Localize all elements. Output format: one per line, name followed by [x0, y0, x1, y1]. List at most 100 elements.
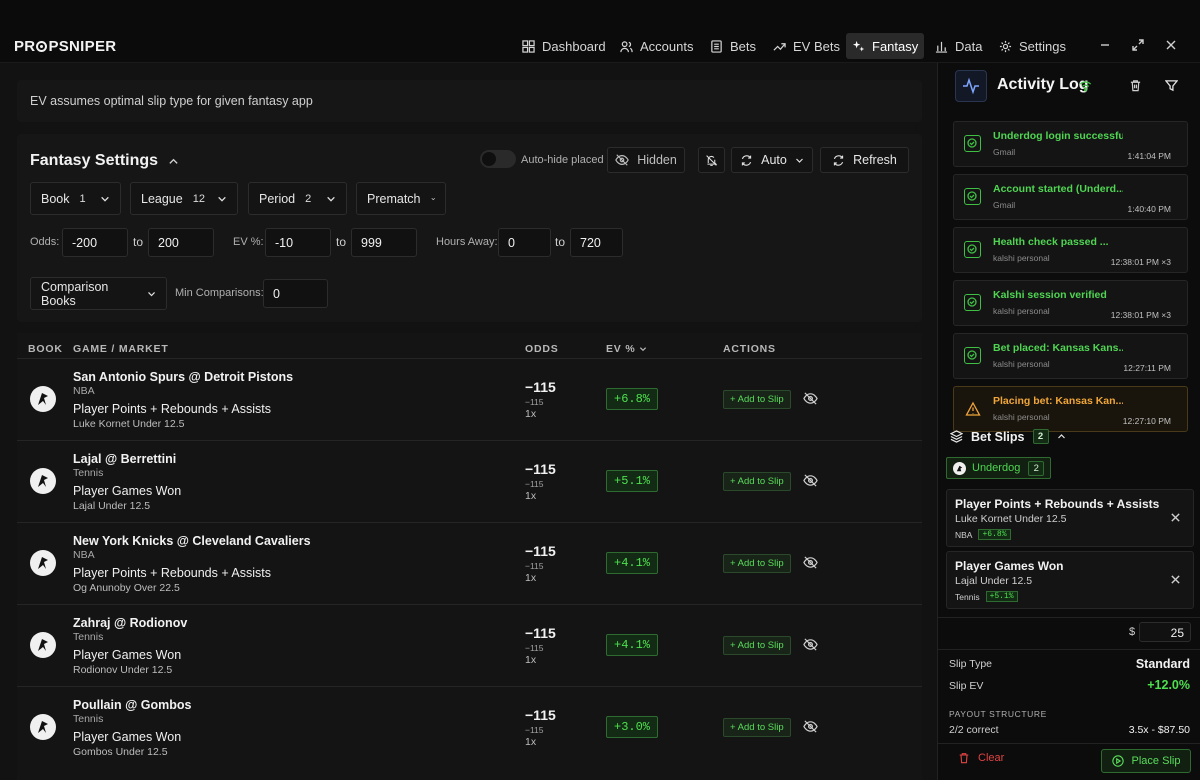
eye-off-icon[interactable]	[803, 637, 818, 652]
check-icon	[964, 135, 981, 152]
chevron-down-icon	[795, 158, 803, 163]
auto-refresh-dropdown[interactable]: Auto	[731, 147, 813, 173]
table-row: Zahraj @ Rodionov Tennis Player Games Won R…	[17, 604, 922, 686]
odds-min-input[interactable]: -200	[62, 228, 128, 257]
ev-badge: +4.1%	[606, 552, 659, 574]
hours-max-input[interactable]: 720	[570, 228, 623, 257]
add-to-slip-button[interactable]: + Add to Slip	[723, 390, 791, 409]
target-icon	[36, 41, 48, 52]
underdog-logo-icon	[30, 468, 56, 494]
underdog-tab-label: Underdog	[972, 462, 1021, 474]
auto-hide-toggle[interactable]	[480, 150, 516, 168]
game-title: Zahraj @ Rodionov	[73, 616, 188, 630]
remove-icon[interactable]	[1170, 512, 1181, 523]
clear-button[interactable]: Clear	[958, 752, 1004, 764]
refresh-label: Refresh	[853, 153, 897, 167]
eye-off-icon[interactable]	[803, 719, 818, 734]
column-header-ev[interactable]: EV %	[606, 343, 647, 355]
activity-log-item[interactable]: Account started (Underd... Gmail 1:40:40 P…	[953, 174, 1188, 220]
mute-notifications-button[interactable]	[698, 147, 725, 173]
slip-pick: Luke Kornet Under 12.5	[955, 513, 1067, 525]
close-icon[interactable]	[1164, 38, 1178, 52]
multiplier-value: 1x	[525, 736, 537, 748]
log-title: Bet placed: Kansas Kans...	[993, 342, 1123, 354]
add-to-slip-button[interactable]: + Add to Slip	[723, 718, 791, 737]
ev-badge: +4.1%	[606, 634, 659, 656]
to-label: to	[133, 235, 144, 249]
trash-icon[interactable]	[1129, 79, 1142, 92]
remove-icon[interactable]	[1170, 574, 1181, 585]
nav-data[interactable]: Data	[929, 33, 988, 59]
warning-icon	[965, 401, 981, 416]
filter-icon[interactable]	[1165, 79, 1178, 92]
comparison-books-dropdown[interactable]: Comparison Books	[30, 277, 167, 310]
stake-input[interactable]: 25	[1139, 622, 1191, 642]
activity-log-item[interactable]: Kalshi session verified kalshi personal 12…	[953, 280, 1188, 326]
payout-row-value: 3.5x - $87.50	[1128, 724, 1190, 736]
slip-ev-badge: +6.8%	[978, 529, 1011, 540]
bet-slips-header[interactable]: Bet Slips 2	[950, 429, 1066, 444]
slip-ev-label: Slip EV	[949, 680, 984, 692]
activity-log-item[interactable]: Underdog login successful Gmail 1:41:04 PM	[953, 121, 1188, 167]
nav-fantasy[interactable]: Fantasy	[846, 33, 925, 59]
book-filter-dropdown[interactable]: Book 1	[30, 182, 121, 215]
league-label: NBA	[73, 549, 95, 561]
log-title: Account started (Underd...	[993, 183, 1123, 195]
ev-min-input[interactable]: -10	[265, 228, 331, 257]
chevron-down-icon	[218, 196, 226, 202]
add-to-slip-button[interactable]: + Add to Slip	[723, 472, 791, 491]
hours-min-input[interactable]: 0	[498, 228, 551, 257]
multiplier-value: 1x	[525, 408, 537, 420]
eye-off-icon[interactable]	[803, 473, 818, 488]
add-to-slip-button[interactable]: + Add to Slip	[723, 554, 791, 573]
settings-title: Fantasy Settings	[30, 152, 159, 169]
underdog-logo-icon	[30, 714, 56, 740]
trash-icon	[959, 753, 969, 764]
activity-log-item[interactable]: Placing bet: Kansas Kan... kalshi persona…	[953, 386, 1188, 432]
dropdown-count: 2	[305, 192, 312, 205]
nav-label: Bets	[730, 38, 757, 54]
nav-settings[interactable]: Settings	[993, 33, 1072, 59]
chevron-up-icon	[169, 158, 178, 164]
settings-header[interactable]: Fantasy Settings	[30, 152, 179, 170]
refresh-button[interactable]: Refresh	[820, 147, 909, 173]
log-source: Gmail	[993, 200, 1016, 210]
nav-dashboard[interactable]: Dashboard	[516, 33, 612, 59]
eye-off-icon[interactable]	[803, 391, 818, 406]
ev-max-input[interactable]: 999	[351, 228, 417, 257]
slip-pick: Lajal Under 12.5	[955, 575, 1033, 587]
league-filter-dropdown[interactable]: League 12	[130, 182, 238, 215]
game-title: San Antonio Spurs @ Detroit Pistons	[73, 370, 294, 384]
nav-accounts[interactable]: Accounts	[614, 33, 699, 59]
chevron-down-icon	[640, 347, 647, 352]
add-to-slip-button[interactable]: + Add to Slip	[723, 636, 791, 655]
minimize-icon[interactable]	[1098, 38, 1112, 52]
main-content: EV assumes optimal slip type for given f…	[0, 63, 937, 780]
nav-ev-bets[interactable]: EV Bets	[767, 33, 846, 59]
app-logo: PR PSNIPER	[14, 38, 117, 55]
eye-off-icon[interactable]	[803, 555, 818, 570]
nav-bets[interactable]: Bets	[704, 33, 762, 59]
period-filter-dropdown[interactable]: Period 2	[248, 182, 347, 215]
hidden-button[interactable]: Hidden	[607, 147, 685, 173]
activity-log-item[interactable]: Health check passed ... kalshi personal 12…	[953, 227, 1188, 273]
league-label: NBA	[73, 385, 95, 397]
maximize-icon[interactable]	[1131, 38, 1145, 52]
market-label: Player Games Won	[73, 484, 182, 498]
odds-value: −115	[525, 707, 556, 723]
place-slip-button[interactable]: Place Slip	[1101, 749, 1191, 773]
chevron-down-icon	[148, 291, 155, 296]
odds-max-input[interactable]: 200	[148, 228, 214, 257]
table-row: Poullain @ Gombos Tennis Player Games Won G…	[17, 686, 922, 768]
activity-log-item[interactable]: Bet placed: Kansas Kans... kalshi persona…	[953, 333, 1188, 379]
check-icon	[964, 294, 981, 311]
min-comparisons-input[interactable]: 0	[263, 279, 328, 308]
underdog-logo-icon	[953, 461, 966, 475]
dropdown-label: Prematch	[367, 191, 421, 206]
prematch-filter-dropdown[interactable]: Prematch	[356, 182, 446, 215]
pick-label: Og Anunoby Over 22.5	[73, 582, 180, 594]
log-time: 1:40:40 PM	[1127, 204, 1171, 214]
underdog-slip-tab[interactable]: Underdog 2	[946, 457, 1052, 479]
auto-label: Auto	[761, 153, 787, 167]
dropdown-label: Book	[41, 191, 70, 206]
